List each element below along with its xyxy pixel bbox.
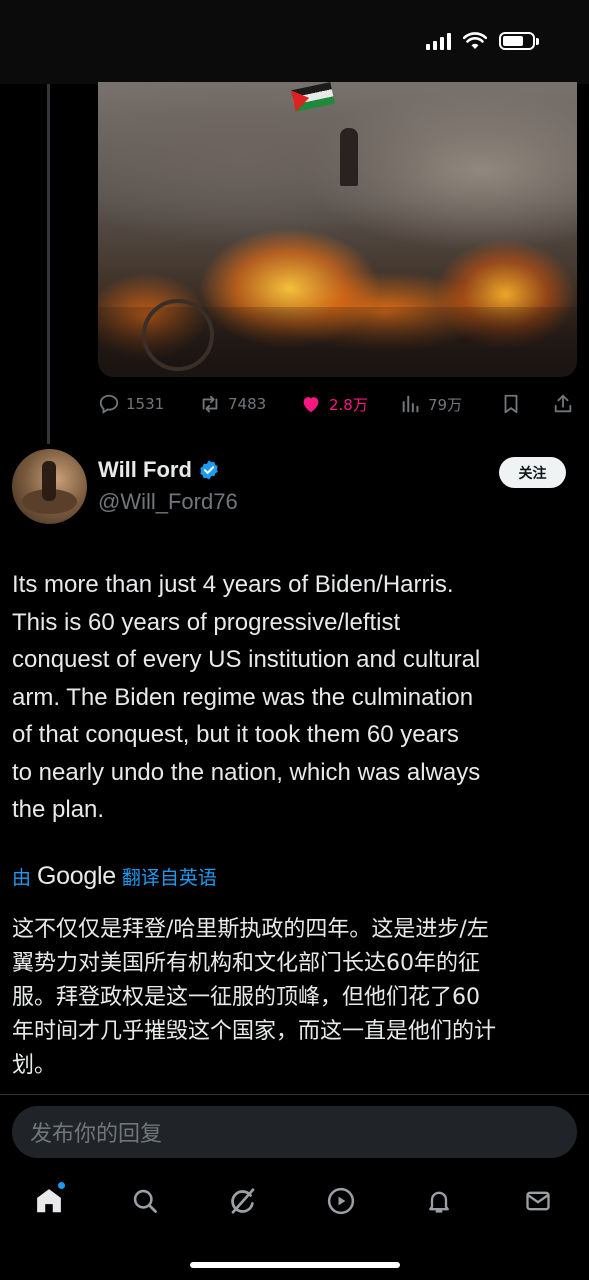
- heart-icon: [303, 397, 319, 413]
- image-flag: [291, 82, 335, 112]
- translation-line: 翼势力对美国所有机构和文化部门长达60年的征: [12, 951, 480, 976]
- nav-search[interactable]: [128, 1184, 162, 1218]
- views-count: 79万: [428, 395, 463, 414]
- battery-icon: [499, 32, 539, 50]
- thread-line: [47, 84, 50, 444]
- video-icon: [327, 1187, 355, 1215]
- share-action[interactable]: [552, 393, 574, 415]
- translated-by[interactable]: 由 Google 翻译自英语: [12, 862, 217, 891]
- tweet-line: of that conquest, but it took them 60 ye…: [12, 721, 459, 748]
- status-icons: [426, 32, 539, 50]
- nav-messages[interactable]: [521, 1184, 555, 1218]
- tweet-line: Its more than just 4 years of Biden/Harr…: [12, 571, 454, 598]
- translation-line: 这不仅仅是拜登/哈里斯执政的四年。这是进步/左: [12, 917, 489, 942]
- divider: [0, 1094, 589, 1095]
- nav-grok[interactable]: [226, 1184, 260, 1218]
- verified-badge-icon: [200, 460, 218, 480]
- tweet-line: conquest of every US institution and cul…: [12, 646, 481, 673]
- tweet-actions: 1531 7483 2.8万 79万: [98, 390, 577, 418]
- repost-action[interactable]: 7483: [198, 393, 266, 415]
- author-name-row[interactable]: Will Ford: [98, 457, 220, 483]
- signal-icon: [426, 32, 451, 50]
- avatar[interactable]: [12, 449, 87, 524]
- bookmark-action[interactable]: [500, 393, 522, 415]
- views-action[interactable]: 79万: [400, 393, 462, 415]
- tweet-line: This is 60 years of progressive/leftist: [12, 608, 401, 636]
- messages-icon: [526, 1191, 550, 1211]
- reply-action[interactable]: 1531: [98, 393, 164, 415]
- tweet-text: Its more than just 4 years of Biden/Harr…: [12, 566, 577, 829]
- translation-text: 这不仅仅是拜登/哈里斯执政的四年。这是进步/左 翼势力对美国所有机构和文化部门长…: [12, 913, 577, 1083]
- translation-line: 年时间才几乎摧毁这个国家，而这一直是他们的计: [12, 1019, 497, 1044]
- bookmark-icon: [504, 394, 518, 414]
- translated-suffix: 翻译自英语: [121, 867, 217, 889]
- notifications-icon: [429, 1191, 449, 1213]
- status-bar: [0, 0, 589, 84]
- tweet-line: to nearly undo the nation, which was alw…: [12, 758, 481, 786]
- tweet-line: arm. The Biden regime was the culminatio…: [12, 683, 474, 711]
- search-icon: [133, 1189, 157, 1213]
- reply-count: 1531: [126, 395, 165, 413]
- home-indicator: [190, 1262, 400, 1268]
- share-icon: [554, 394, 572, 413]
- tweet-line: the plan.: [12, 796, 105, 823]
- follow-button[interactable]: 关注: [499, 457, 566, 488]
- reply-placeholder: 发布你的回复: [30, 1122, 163, 1147]
- nav-home[interactable]: [32, 1182, 66, 1218]
- author-handle[interactable]: @Will_Ford76: [98, 489, 238, 515]
- repost-icon: [202, 395, 218, 413]
- google-logo: Google: [37, 862, 116, 890]
- views-icon: [402, 395, 419, 413]
- like-action[interactable]: 2.8万: [299, 393, 368, 415]
- repost-count: 7483: [228, 395, 267, 413]
- reply-input[interactable]: 发布你的回复: [12, 1106, 577, 1158]
- image-figure: [340, 128, 358, 186]
- notification-dot: [58, 1182, 65, 1189]
- translation-line: 服。拜登政权是这一征服的顶峰，但他们花了60: [12, 985, 480, 1010]
- image-wheel: [142, 299, 214, 371]
- wifi-icon: [463, 32, 487, 49]
- grok-icon: [231, 1188, 255, 1214]
- home-icon: [37, 1189, 61, 1213]
- translation-line: 划。: [12, 1053, 57, 1078]
- translated-prefix: 由: [12, 867, 32, 889]
- tweet-image[interactable]: [98, 82, 577, 377]
- nav-notifications[interactable]: [422, 1184, 456, 1218]
- like-count: 2.8万: [329, 395, 368, 414]
- bottom-nav: [0, 1170, 589, 1234]
- reply-icon: [99, 394, 119, 414]
- author-name[interactable]: Will Ford: [98, 457, 192, 483]
- nav-video[interactable]: [324, 1184, 358, 1218]
